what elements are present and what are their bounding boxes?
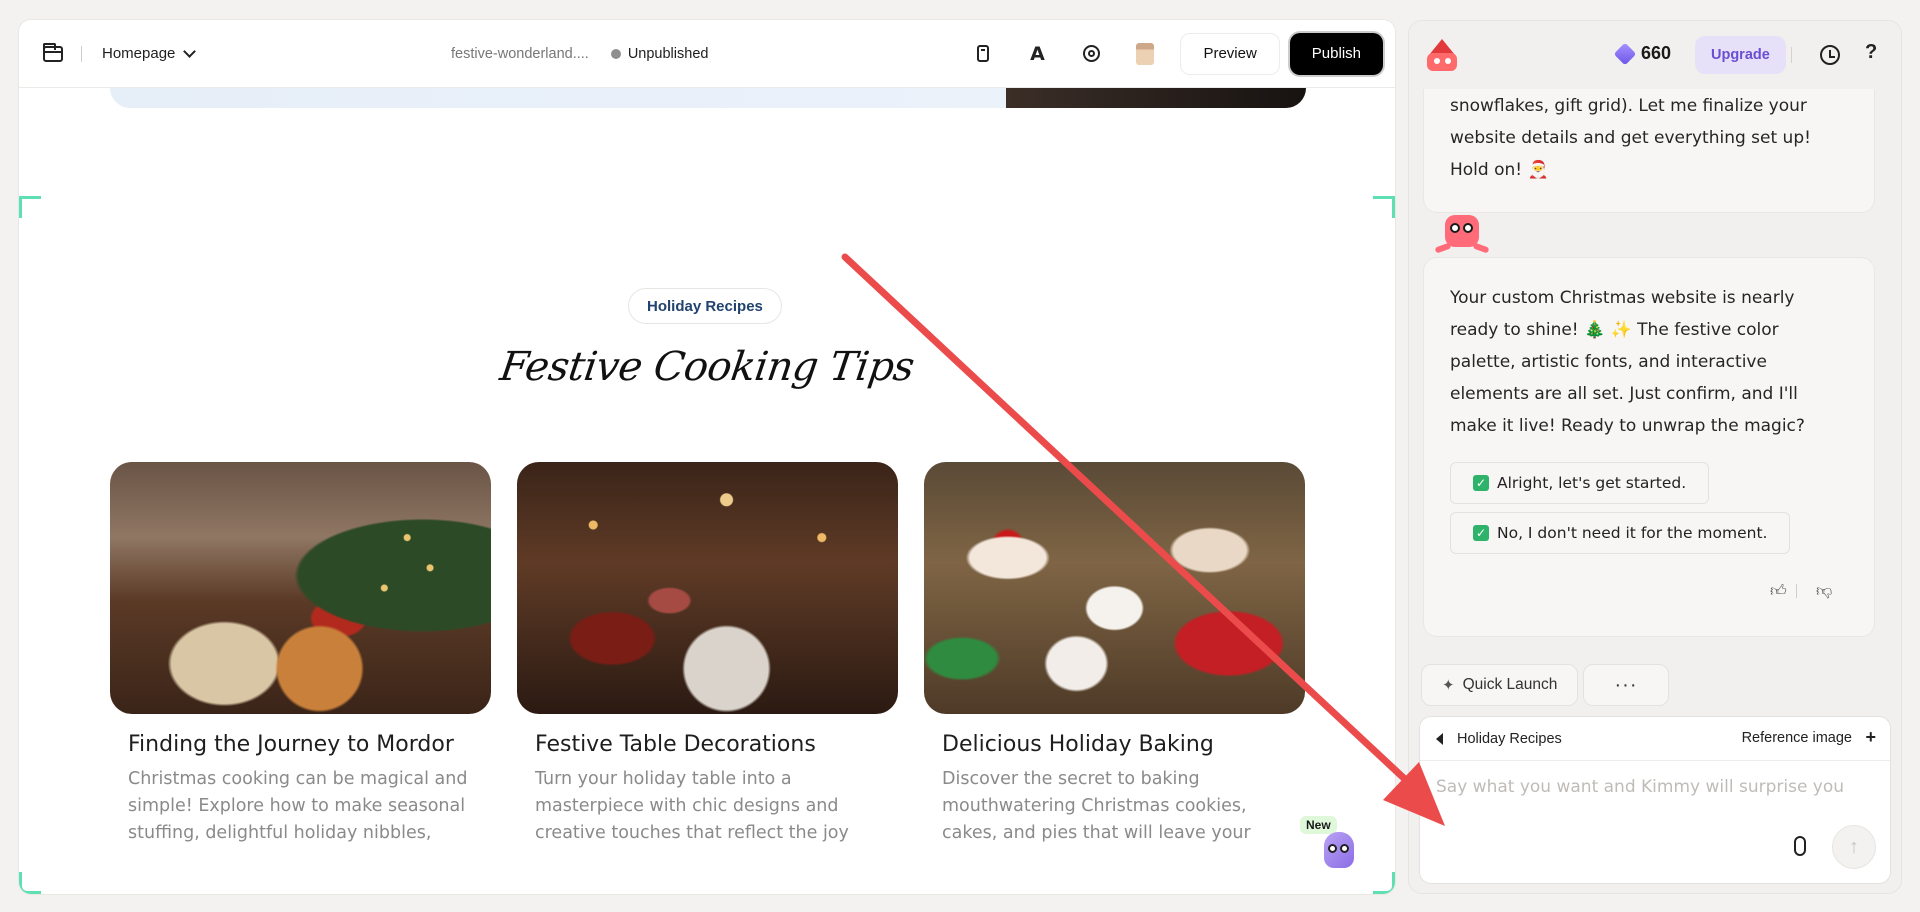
mascot-eye [1463,223,1473,233]
checkbox-icon: ✓ [1473,525,1489,541]
thumbs-up-icon[interactable]: 👍︎ [1770,582,1787,601]
logo-eye [1445,58,1451,64]
gear-icon [1082,45,1100,62]
mobile-icon [977,45,990,62]
reference-image-button[interactable]: Reference image [1742,730,1852,746]
publish-status-label: Unpublished [627,45,709,62]
card-title[interactable]: Delicious Holiday Baking [942,732,1305,757]
hero-image-bottom [1006,88,1306,108]
mascot-eye [1328,844,1337,853]
settings-button[interactable] [1064,34,1118,74]
send-button[interactable]: ↑ [1832,825,1876,869]
mascot-avatar-icon [1434,215,1490,261]
message-text: Your custom Christmas website is nearly … [1450,288,1805,436]
selection-corner [1373,872,1395,894]
toolbar-divider [81,45,82,62]
assets-button[interactable] [1118,34,1172,74]
font-icon: A [1030,42,1045,65]
feedback-divider [1796,584,1797,598]
chat-header: 660 Upgrade ? [1409,21,1901,89]
option-label: No, I don't need it for the moment. [1497,524,1768,542]
gem-icon [1613,42,1637,65]
quick-launch-button[interactable]: ✦ Quick Launch [1421,664,1579,706]
logo-face [1427,53,1457,71]
header-divider [1791,47,1792,63]
card-description[interactable]: Discover the secret to baking mouthwater… [942,766,1282,847]
recipe-card[interactable]: Finding the Journey to Mordor Christmas … [110,462,491,847]
paperclip-icon[interactable] [1794,836,1806,856]
more-options-button[interactable]: ··· [1583,664,1669,706]
santa-mascot-logo-icon [1425,39,1459,73]
context-label[interactable]: Holiday Recipes [1457,731,1562,747]
chevron-down-icon [183,44,197,58]
card-description[interactable]: Turn your holiday table into a masterpie… [535,766,875,847]
mascot-eye [1450,223,1460,233]
quick-launch-label: Quick Launch [1462,676,1558,693]
card-image-kitchen[interactable] [110,462,491,714]
toolbar-right: A Preview Publish [956,32,1383,75]
preview-button[interactable]: Preview [1180,32,1280,75]
card-image-cookies[interactable] [924,462,1305,714]
recipe-card[interactable]: Delicious Holiday Baking Discover the se… [924,462,1305,847]
upgrade-button[interactable]: Upgrade [1695,36,1786,74]
credits-count: 660 [1641,43,1672,63]
option-label: Alright, let's get started. [1497,474,1687,492]
toolbar-left: Homepage [19,42,197,62]
message-text: snowflakes, gift grid). Let me finalize … [1450,96,1811,180]
plus-icon[interactable]: + [1865,727,1876,748]
asset-jar-icon [1136,42,1155,65]
chat-panel: 660 Upgrade ? snowflakes, gift grid). Le… [1408,20,1902,894]
card-title[interactable]: Festive Table Decorations [535,732,898,757]
section-title[interactable]: Festive Cooking Tips [19,344,1395,390]
folder-icon[interactable] [43,42,63,62]
message-composer: Holiday Recipes Reference image + ↑ [1419,716,1891,884]
collapse-left-icon[interactable] [1436,732,1443,745]
status-dot-icon [610,48,621,59]
history-icon[interactable] [1820,45,1840,65]
selection-corner [19,196,41,218]
section-badge[interactable]: Holiday Recipes [628,288,782,324]
new-badge: New [1300,816,1337,834]
checkbox-icon: ✓ [1473,475,1489,491]
card-image-table[interactable] [517,462,898,714]
publish-button[interactable]: Publish [1289,32,1383,75]
page-selector[interactable]: Homepage [102,44,197,62]
recipe-card[interactable]: Festive Table Decorations Turn your holi… [517,462,898,847]
help-icon[interactable]: ? [1865,41,1877,64]
mobile-preview-button[interactable] [956,34,1010,74]
option-decline-button[interactable]: ✓ No, I don't need it for the moment. [1450,512,1791,554]
credits-display: 660 [1613,42,1672,65]
selection-corner [1373,196,1395,218]
option-get-started-button[interactable]: ✓ Alright, let's get started. [1450,462,1710,504]
mascot-eye [1340,844,1349,853]
assistant-message: Your custom Christmas website is nearly … [1423,257,1875,637]
editor-toolbar: Homepage festive-wonderland.... Unpublis… [19,20,1395,88]
composer-context-bar: Holiday Recipes Reference image + [1420,717,1890,761]
card-title[interactable]: Finding the Journey to Mordor [128,732,491,757]
thumbs-down-icon[interactable]: 👎︎ [1816,582,1832,601]
sparkle-icon: ✦ [1442,677,1455,694]
site-name[interactable]: festive-wonderland.... [451,46,589,62]
logo-eye [1434,58,1440,64]
page-selector-label: Homepage [102,45,176,62]
site-editor: Homepage festive-wonderland.... Unpublis… [19,20,1395,894]
publish-status: Unpublished [610,45,709,62]
card-description[interactable]: Christmas cooking can be magical and sim… [128,766,468,847]
site-info: festive-wonderland.... Unpublished [451,46,708,62]
prompt-input[interactable] [1436,773,1876,801]
mascot-helper-icon[interactable] [1324,832,1354,868]
arrow-up-icon: ↑ [1849,835,1859,858]
font-style-button[interactable]: A [1010,34,1064,74]
selection-corner [19,872,41,894]
